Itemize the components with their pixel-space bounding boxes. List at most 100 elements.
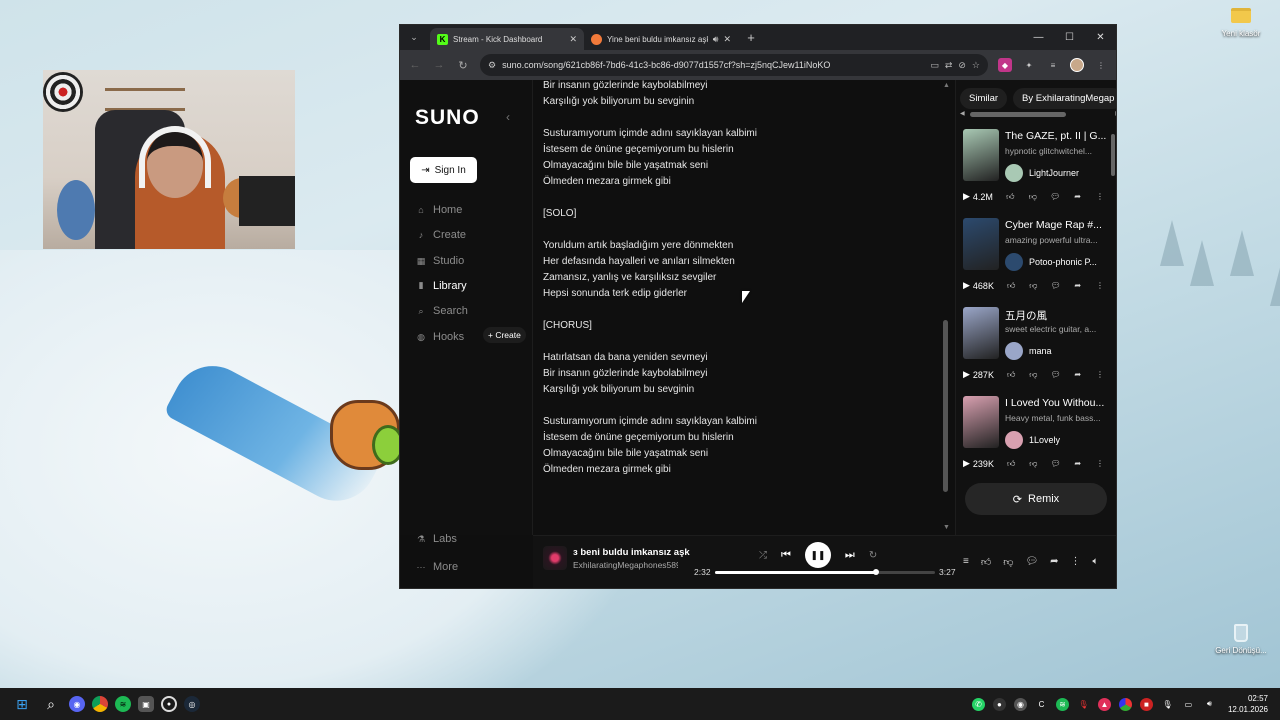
desktop-recycle-bin[interactable]: Geri Dönüşü... [1211, 624, 1271, 655]
suno-logo[interactable]: SUNO [415, 106, 480, 130]
microphone-icon[interactable]: 🎙︎ [1161, 698, 1174, 711]
song-thumbnail[interactable] [963, 396, 999, 448]
close-tab-icon[interactable]: ✕ [723, 34, 731, 45]
thumbs-up-icon[interactable]: 👍︎ [1005, 192, 1015, 202]
thumbs-up-icon[interactable]: 👍︎ [981, 556, 991, 568]
thumbs-down-icon[interactable]: 👎︎ [1028, 370, 1038, 380]
collapse-sidebar-icon[interactable]: ‹ [506, 110, 510, 124]
whatsapp-icon[interactable]: ✆ [971, 697, 985, 711]
thumbs-up-icon[interactable]: 👍︎ [1006, 370, 1016, 380]
share-icon[interactable]: ➦ [1073, 459, 1083, 468]
song-title[interactable]: Cyber Mage Rap #... [1005, 219, 1111, 231]
scroll-down-icon[interactable]: ▼ [943, 524, 950, 531]
player-song-title[interactable]: ɜ beni buldu imkansız aşk [573, 547, 690, 558]
close-tab-icon[interactable]: ✕ [569, 34, 577, 45]
lyrics-scrollbar[interactable]: ▲ ▼ [943, 80, 950, 535]
chip-similar[interactable]: Similar [960, 88, 1008, 109]
scroll-up-icon[interactable]: ▲ [943, 82, 950, 89]
tray-app-icon[interactable]: ● [992, 697, 1006, 711]
steam-icon[interactable]: ◎ [184, 696, 200, 712]
queue-icon[interactable]: ≡ [963, 556, 969, 568]
remix-button[interactable]: ⟳ Remix [965, 483, 1107, 515]
tray-c-icon[interactable]: C [1035, 698, 1048, 711]
song-thumbnail[interactable] [963, 218, 999, 270]
tab-suno[interactable]: Yine beni buldu imkansız aşk 🔊︎ ✕ [584, 28, 738, 50]
play-count[interactable]: ▶ 287K [963, 369, 994, 380]
song-title[interactable]: The GAZE, pt. II | G... [1005, 130, 1111, 142]
share-icon[interactable]: ➦ [1073, 192, 1083, 201]
speaker-icon[interactable]: 🔊︎ [713, 34, 719, 45]
shuffle-icon[interactable]: ⤮ [759, 550, 767, 561]
song-thumbnail[interactable] [963, 129, 999, 181]
song-card[interactable]: I Loved You Withou... Heavy metal, funk … [963, 396, 1111, 484]
thumbs-down-icon[interactable]: 👎︎ [1028, 459, 1038, 469]
previous-icon[interactable]: ⏮︎ [781, 549, 791, 562]
more-options-icon[interactable]: ⋮ [1071, 556, 1081, 568]
comment-icon[interactable]: 💬︎ [1051, 281, 1061, 290]
song-card[interactable]: The GAZE, pt. II | G... hypnotic glitchw… [963, 129, 1111, 217]
thumbs-down-icon[interactable]: 👎︎ [1028, 192, 1038, 202]
comment-icon[interactable]: 💬︎ [1051, 459, 1061, 468]
maximize-icon[interactable]: ☐ [1054, 32, 1085, 43]
pause-button[interactable]: ❚❚ [804, 542, 831, 568]
thumbs-up-icon[interactable]: 👍︎ [1006, 459, 1016, 469]
tray-red-icon[interactable]: ▲ [1097, 697, 1111, 711]
play-count[interactable]: ▶ 4.2M [963, 191, 993, 202]
song-title[interactable]: I Loved You Withou... [1005, 397, 1111, 409]
install-app-icon[interactable]: ▭ [930, 60, 939, 71]
speaker-tray-icon[interactable]: 🔊︎ [1203, 698, 1216, 711]
volume-icon[interactable]: 🔈︎ [1093, 556, 1099, 568]
thumbs-down-icon[interactable]: 👎︎ [1003, 556, 1013, 568]
scroll-right-icon[interactable]: ▶ [1115, 110, 1116, 117]
progress-bar[interactable] [715, 569, 935, 575]
sign-in-button[interactable]: ⇥ Sign In [410, 157, 477, 183]
scroll-left-icon[interactable]: ◀ [960, 110, 965, 117]
back-icon[interactable]: ← [408, 59, 422, 71]
songs-scrollbar[interactable] [1111, 120, 1116, 460]
song-artist[interactable]: LightJourner [1005, 164, 1079, 182]
new-tab-button[interactable]: + [742, 29, 760, 47]
song-card[interactable]: Cyber Mage Rap #... amazing powerful ult… [963, 218, 1111, 306]
mic-off-icon[interactable]: 🎙︎ [1077, 698, 1090, 711]
hooks-create-button[interactable]: + Create [483, 327, 526, 343]
address-bar[interactable]: ⚙ suno.com/song/621cb86f-7bd6-41c3-bc86-… [480, 54, 988, 76]
comment-icon[interactable]: 💬︎ [1050, 192, 1060, 201]
obs-tray-icon[interactable]: ◉ [1013, 697, 1027, 711]
translate-icon[interactable]: ⇄ [945, 60, 953, 71]
repeat-icon[interactable]: ↻ [869, 550, 877, 561]
progress-knob[interactable] [873, 569, 880, 575]
song-artist[interactable]: 1Lovely [1005, 431, 1060, 449]
chips-scrollbar[interactable]: ◀ ▶ [960, 111, 1116, 117]
sidebar-item-labs[interactable]: ⚗ Labs [416, 533, 457, 545]
lyrics-panel[interactable]: Bir insanın gözlerinde kaybolabilmeyi Kar… [533, 80, 953, 535]
forward-icon[interactable]: → [432, 59, 446, 71]
tray-color-icon[interactable] [1118, 697, 1132, 711]
comment-icon[interactable]: 💬︎ [1051, 370, 1061, 379]
more-options-icon[interactable]: ⋮ [1095, 281, 1105, 290]
close-window-icon[interactable]: ✕ [1085, 32, 1116, 43]
song-cover[interactable] [543, 546, 567, 570]
tray-app2-icon[interactable]: ■ [1139, 697, 1153, 711]
obs-studio-icon[interactable]: ● [161, 696, 177, 712]
song-thumbnail[interactable] [963, 307, 999, 359]
play-count[interactable]: ▶ 468K [963, 280, 994, 291]
profile-avatar[interactable] [1070, 58, 1084, 72]
sidebar-item-search[interactable]: ⌕ Search [416, 305, 467, 317]
chrome-icon[interactable] [92, 696, 108, 712]
network-icon[interactable]: ▭ [1182, 698, 1195, 711]
more-options-icon[interactable]: ⋮ [1095, 370, 1105, 379]
tab-kick[interactable]: K Stream - Kick Dashboard ✕ [430, 28, 584, 50]
sidebar-item-studio[interactable]: ▦ Studio [416, 255, 464, 267]
spotify-tray-icon[interactable]: ≋ [1055, 697, 1069, 711]
tab-search-icon[interactable]: ⌄ [406, 30, 422, 46]
sidebar-item-more[interactable]: ··· More [416, 561, 459, 573]
start-windows-icon[interactable]: ⊞ [11, 693, 33, 715]
more-options-icon[interactable]: ⋮ [1095, 459, 1105, 468]
obs-app-icon[interactable]: ▣ [138, 696, 154, 712]
share-icon[interactable]: ➦ [1073, 281, 1083, 290]
song-artist[interactable]: Potoo-phonic P... [1005, 253, 1097, 271]
sidebar-item-library[interactable]: ⫴ Library [416, 280, 467, 292]
menu-icon[interactable]: ⋮ [1094, 58, 1108, 72]
song-title[interactable]: 五月の風 [1005, 308, 1111, 323]
site-info-icon[interactable]: ⚙ [488, 60, 496, 71]
